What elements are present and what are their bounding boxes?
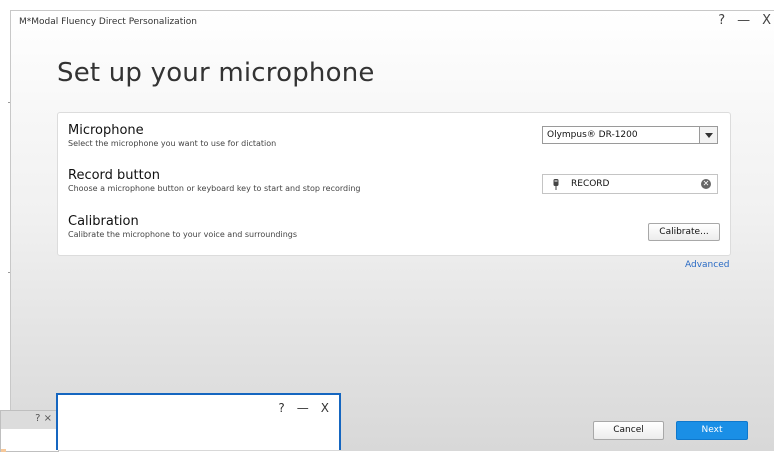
record-button-value: RECORD [571, 179, 610, 189]
window-controls: ? — X [718, 13, 771, 28]
title-bar: M*Modal Fluency Direct Personalization ?… [11, 11, 774, 33]
help-button[interactable]: ? [718, 13, 725, 28]
microphone-select[interactable]: Olympus® DR-1200 [542, 126, 718, 144]
minimize-button[interactable]: — [737, 13, 750, 28]
overlay-help-button[interactable]: ? [278, 401, 284, 415]
microphone-selected-value: Olympus® DR-1200 [547, 130, 638, 140]
background-dialog-header: ? × [1, 411, 58, 429]
calibration-row: Calibration Calibrate the microphone to … [68, 214, 720, 239]
next-button[interactable]: Next [676, 421, 748, 440]
advanced-link[interactable]: Advanced [685, 260, 729, 270]
overlay-close-button[interactable]: X [321, 401, 329, 415]
calibration-description: Calibrate the microphone to your voice a… [68, 230, 298, 239]
dropdown-button[interactable] [699, 127, 717, 143]
overlay-minimize-button[interactable]: — [297, 401, 309, 415]
background-dialog-controls[interactable]: ? × [35, 413, 52, 424]
close-button[interactable]: X [762, 13, 771, 28]
page-title: Set up your microphone [57, 58, 375, 88]
desktop-background [0, 0, 774, 10]
personalization-window: M*Modal Fluency Direct Personalization ?… [10, 10, 774, 451]
record-button-field[interactable]: RECORD ✕ [542, 174, 718, 194]
overlay-dialog-controls: ? — X [278, 401, 329, 415]
settings-panel: Microphone Select the microphone you wan… [57, 112, 731, 256]
cancel-button[interactable]: Cancel [593, 421, 664, 440]
window-title: M*Modal Fluency Direct Personalization [19, 17, 197, 27]
overlay-dialog: ? — X [56, 393, 341, 450]
background-dialog: ? × [0, 410, 59, 452]
clear-icon[interactable]: ✕ [701, 179, 711, 189]
calibration-title: Calibration [68, 214, 139, 229]
chevron-down-icon [704, 132, 713, 138]
microphone-icon [553, 179, 559, 190]
calibrate-button[interactable]: Calibrate... [648, 223, 720, 241]
